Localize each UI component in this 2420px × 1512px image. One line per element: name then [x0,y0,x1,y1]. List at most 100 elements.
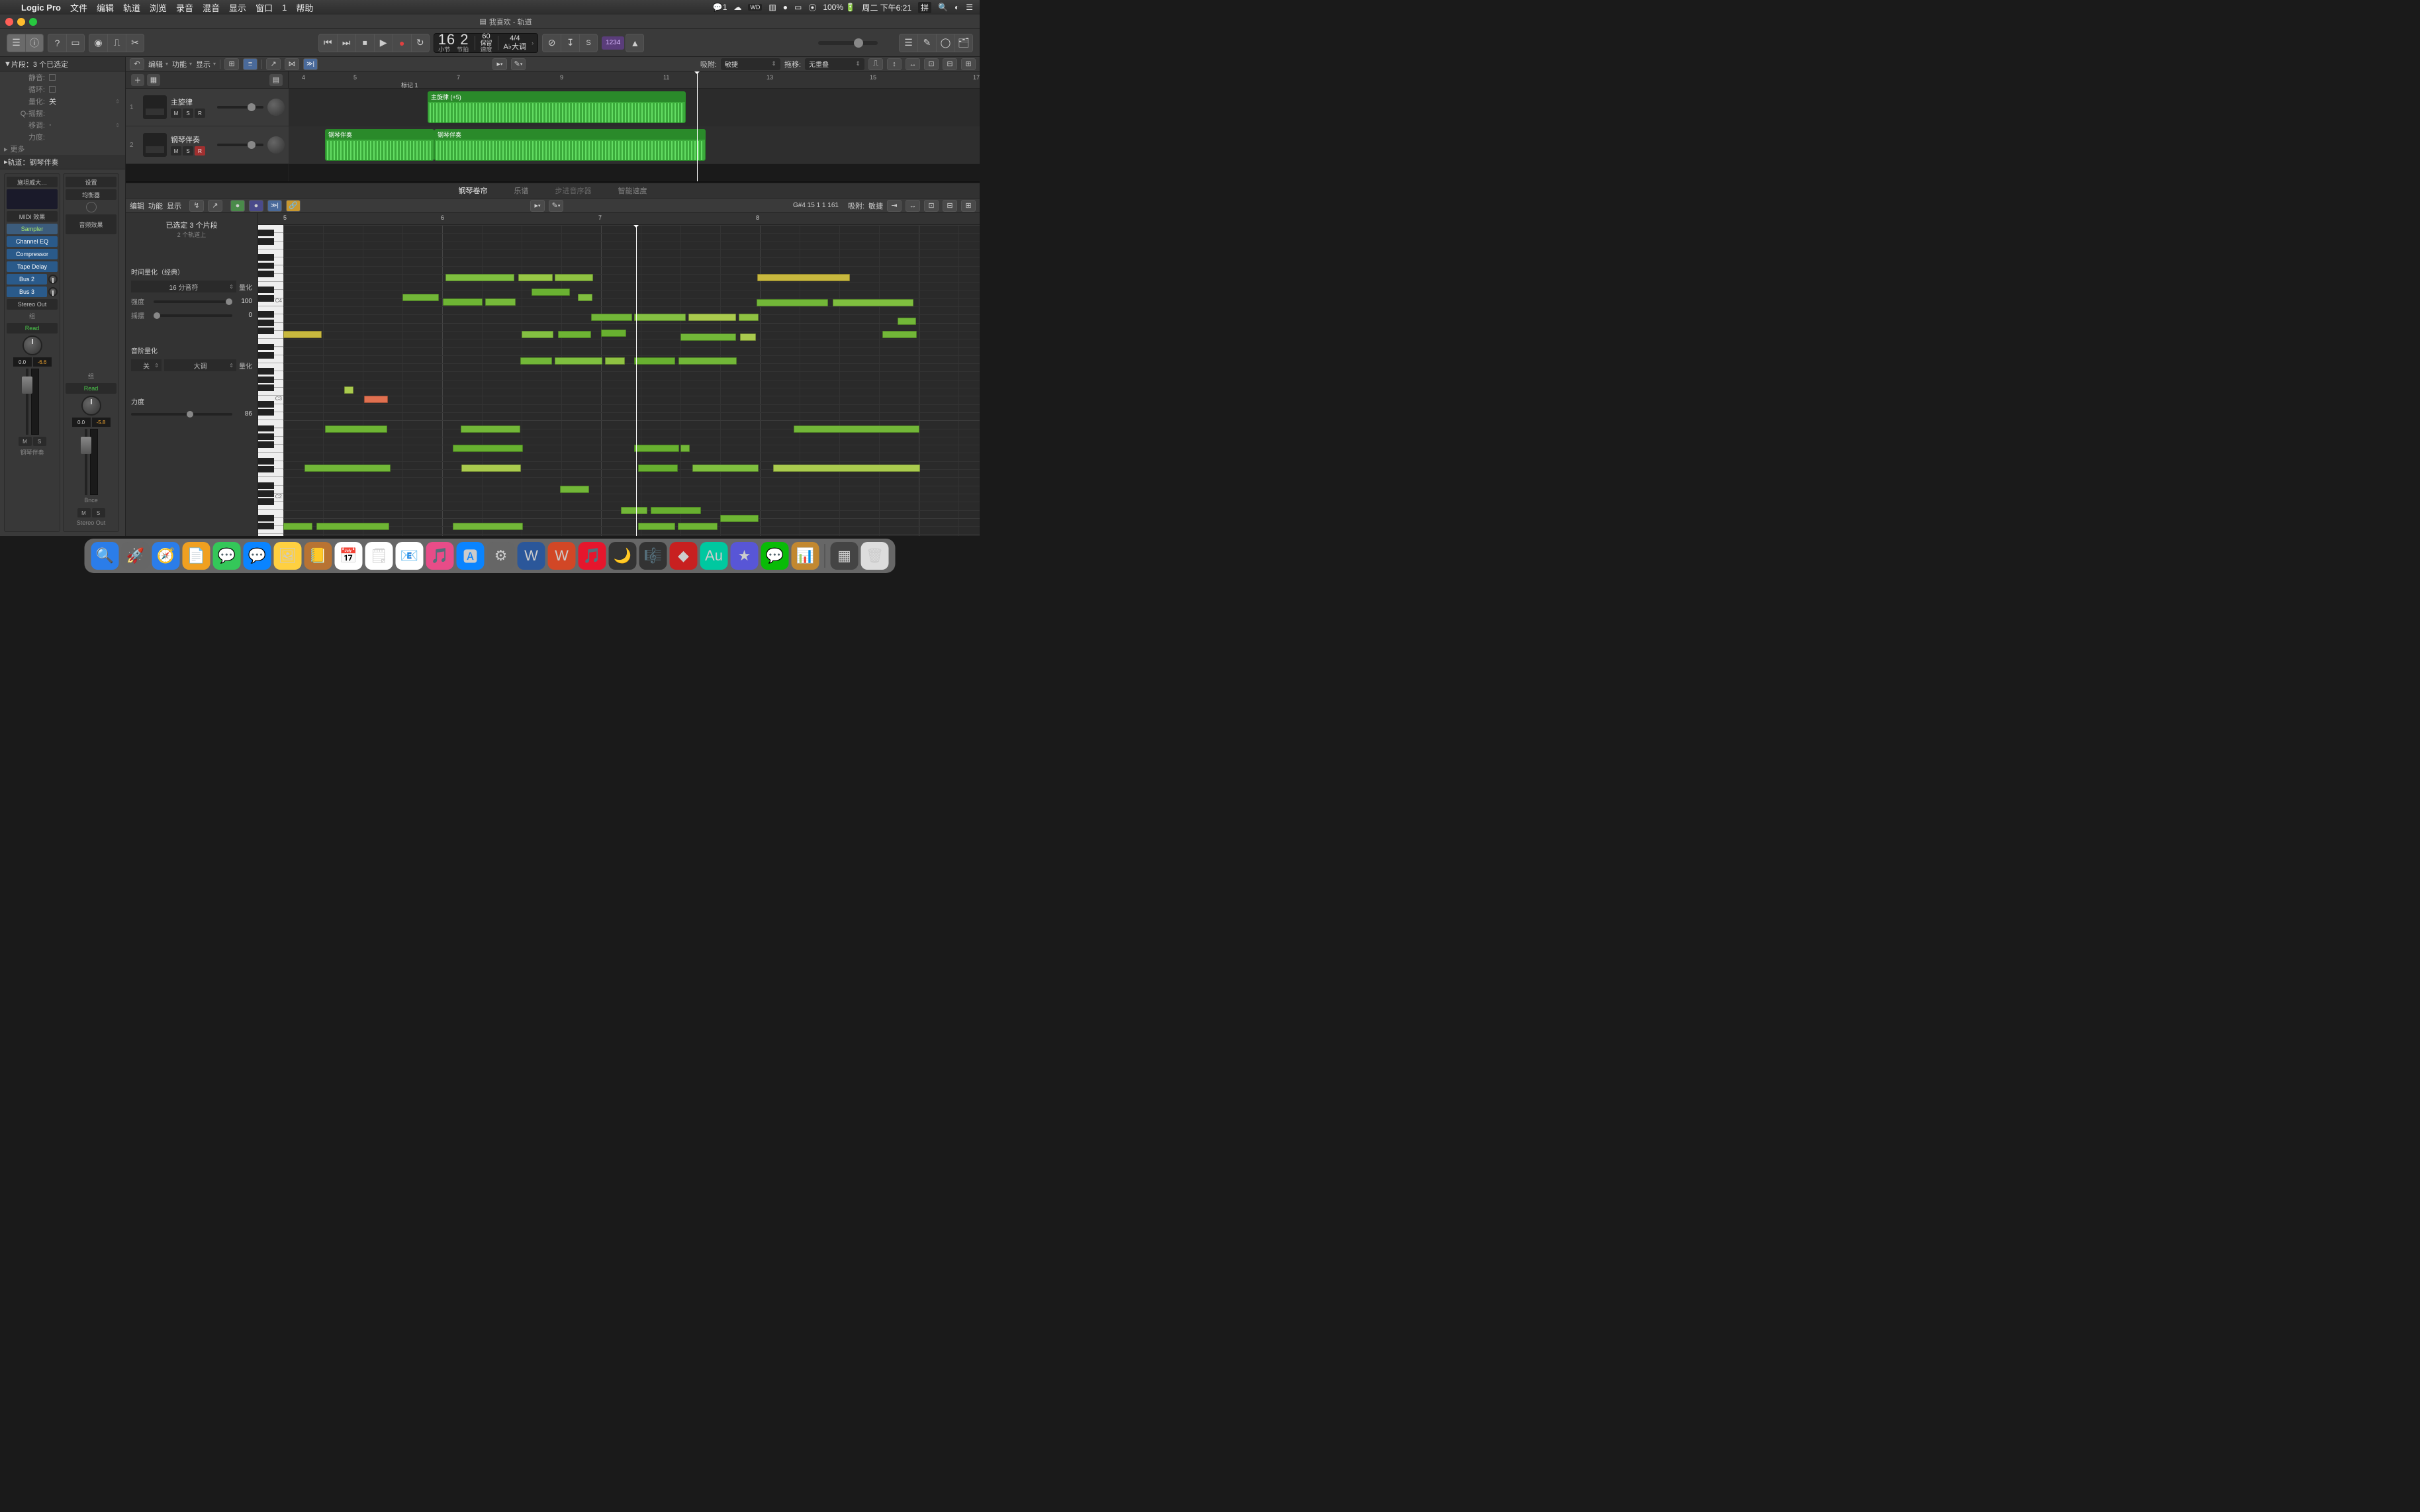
pr-midi-in-icon[interactable]: ● [230,200,245,212]
region-velocity-row[interactable]: 力度: [0,131,125,143]
track-icon[interactable] [143,95,167,119]
auto-zoom-icon[interactable]: ≫| [303,58,318,70]
midi-note[interactable] [453,445,523,452]
waveform-zoom-icon[interactable]: ⎍ [868,58,883,70]
pr-func-menu[interactable]: 功能 [148,200,163,211]
track-record-button[interactable]: R [195,146,205,156]
input-method[interactable]: 拼 [918,2,931,13]
midi-note[interactable] [558,331,591,338]
pr-automation-icon[interactable]: ↯ [189,200,204,212]
midi-note[interactable] [591,314,632,321]
dock-app[interactable]: 📊 [792,542,819,570]
pan-value[interactable]: 0.0 [13,357,32,367]
velocity-value[interactable]: 86 [235,410,252,418]
midi-note[interactable] [555,357,602,365]
midi-note[interactable] [461,425,520,433]
dock-app[interactable]: 🖼 [274,542,302,570]
pr-hzoom-out-icon[interactable]: ↔ [906,200,920,212]
dock-app[interactable]: Au [700,542,728,570]
midi-note[interactable] [739,314,759,321]
black-key[interactable] [258,466,274,472]
menu-navigate[interactable]: 浏览 [150,1,167,14]
marker-1[interactable]: 标记 1 [401,81,418,89]
black-key[interactable] [258,409,274,416]
volume-fader[interactable] [85,429,87,495]
region-quantize-row[interactable]: 量化:关 ⇕ [0,95,125,107]
track-mute-button[interactable]: M [171,146,181,156]
replace-button[interactable]: ⊘ [542,34,561,52]
gain-value[interactable]: -6.6 [33,357,52,367]
midi-note[interactable] [833,299,913,306]
strength-slider[interactable] [154,300,232,303]
quantize-value-dropdown[interactable]: 16 分音符⇕ [131,281,236,292]
arrange-view-menu[interactable]: 显示 [196,59,216,69]
midi-note[interactable] [578,294,592,301]
lcd-chevron-icon[interactable]: › [532,40,534,46]
dock-app[interactable]: 🎼 [639,542,667,570]
automation-mode[interactable]: Read [7,323,58,334]
hzoom-icon[interactable]: ↔ [906,58,920,70]
piano-roll-grid[interactable] [283,225,980,536]
clock[interactable]: 周二 下午6:21 [862,2,911,13]
track-name[interactable]: 钢琴伴奏 [171,134,213,145]
white-key[interactable] [258,534,283,536]
track-pan-knob[interactable] [267,99,285,116]
midi-note[interactable] [692,465,759,472]
black-key[interactable] [258,515,274,521]
black-key[interactable] [258,482,274,489]
rewind-button[interactable]: ⏮ [318,34,337,52]
link-icon[interactable] [86,202,97,212]
track-name[interactable]: 主旋律 [171,97,213,107]
region-transpose-row[interactable]: 移调:· ⇕ [0,119,125,131]
mixer-button[interactable]: ⎍ [107,34,126,52]
tab-score[interactable]: 乐谱 [501,183,542,198]
output-slot[interactable]: Stereo Out [7,299,58,310]
list-editors-button[interactable]: ☰ [899,34,917,52]
flex-icon[interactable]: ⋈ [285,58,299,70]
lcd-tempo[interactable]: 60 [482,32,490,40]
piano-roll-ruler[interactable]: 5678 [258,213,980,225]
track-solo-button[interactable]: S [183,146,193,156]
automation-icon[interactable]: ↗ [266,58,281,70]
zoom-fit-icon[interactable]: ⊡ [924,58,939,70]
automation-mode[interactable]: Read [66,383,116,394]
menu-window[interactable]: 窗口 [256,1,273,14]
drag-dropdown[interactable]: 无重叠 [805,58,864,70]
scale-root-dropdown[interactable]: 关⇕ [131,359,162,371]
stop-button[interactable]: ⏹ [355,34,374,52]
black-key[interactable] [258,271,274,277]
black-key[interactable] [258,328,274,334]
tab-piano-roll[interactable]: 钢琴卷帘 [445,183,501,198]
track-pan-knob[interactable] [267,136,285,154]
track-volume-slider[interactable] [217,106,263,109]
dock-app[interactable]: ★ [731,542,759,570]
region-mute-row[interactable]: 静音: [0,71,125,83]
region-qswing-row[interactable]: Q-摇摆: [0,107,125,119]
region-loop-row[interactable]: 循环: [0,83,125,95]
vzoom-out-icon[interactable]: ↕ [887,58,902,70]
dock-app[interactable]: 🅰 [457,542,485,570]
black-key[interactable] [258,295,274,302]
wechat-status-icon[interactable]: 💬1 [713,3,727,12]
pr-catch-icon[interactable]: ⇥ [887,200,902,212]
dock-app[interactable]: 💬 [761,542,789,570]
track-inspector-header[interactable]: ▸ 轨道：钢琴伴奏 [0,155,125,169]
dock-app[interactable]: 🚀 [122,542,150,570]
piano-keyboard[interactable]: C4C3C2 [258,225,283,536]
scale-quantize-button[interactable]: 量化 [239,361,252,371]
midi-note[interactable] [325,425,387,433]
add-track-button[interactable]: ＋ [131,74,144,86]
pr-flex-icon[interactable]: ↗ [208,200,222,212]
pan-knob[interactable] [81,396,101,416]
midi-note[interactable] [364,396,388,403]
library-button[interactable]: ☰ [7,34,25,52]
duplicate-track-button[interactable]: ▦ [147,74,160,86]
send-knob-2[interactable] [48,287,58,296]
midi-note[interactable] [678,523,718,530]
menu-file[interactable]: 文件 [70,1,87,14]
horizontal-view-icon[interactable]: ≡ [243,58,257,70]
display-status-icon[interactable]: ● [783,3,788,12]
airplay-status-icon[interactable]: ▭ [794,3,802,12]
send-slot-1[interactable]: Bus 2 [7,274,47,285]
dock-app[interactable]: ◆ [670,542,698,570]
